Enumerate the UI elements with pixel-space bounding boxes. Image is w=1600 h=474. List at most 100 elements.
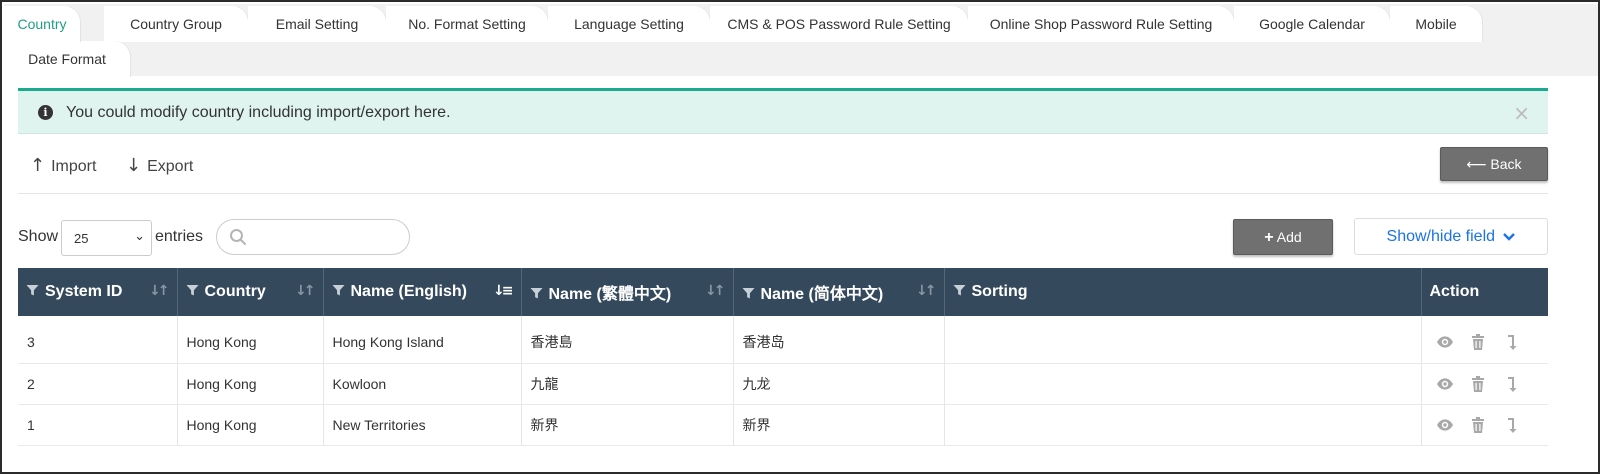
filter-icon[interactable] <box>332 284 345 297</box>
entries-label: entries <box>155 228 204 245</box>
show-hide-label: Show/hide field <box>1386 228 1496 245</box>
arrow-up-icon: ↑ <box>30 155 46 176</box>
import-label: Import <box>51 158 97 175</box>
filter-icon[interactable] <box>953 284 966 297</box>
cell-system-id: 3 <box>18 316 178 364</box>
settings-tab-strip: Country Country Group Email Setting No. … <box>4 4 1598 77</box>
cell-name-english: New Territories <box>323 404 522 446</box>
cell-sorting <box>944 404 1422 446</box>
header-label: Name (English) <box>350 283 467 300</box>
entries-per-page-select[interactable]: 25 ⌄ <box>61 220 152 256</box>
tab-cms-pos-password-rule[interactable]: CMS & POS Password Rule Setting <box>710 6 968 42</box>
cell-country: Hong Kong <box>177 404 324 446</box>
filter-icon[interactable] <box>742 287 755 300</box>
cell-name-simplified-chinese: 新界 <box>733 404 945 446</box>
filter-icon[interactable] <box>186 284 199 297</box>
view-icon[interactable] <box>1436 375 1454 393</box>
show-label: Show <box>18 228 59 245</box>
info-icon: i <box>38 105 53 120</box>
tab-google-calendar[interactable]: Google Calendar <box>1234 6 1390 42</box>
divider <box>18 193 1548 194</box>
sort-icon[interactable]: ↓↑ <box>295 283 316 299</box>
entries-value: 25 <box>74 231 89 246</box>
arrow-left-icon: ⟵ <box>1466 157 1487 173</box>
back-button[interactable]: ⟵ Back <box>1440 147 1548 181</box>
move-down-icon[interactable] <box>1503 375 1521 393</box>
alert-message: You could modify country including impor… <box>66 104 451 121</box>
search-input[interactable] <box>255 226 403 248</box>
search-icon <box>230 229 246 245</box>
header-label: Country <box>204 283 266 300</box>
header-label: System ID <box>45 283 123 300</box>
cell-name-english: Kowloon <box>323 363 522 405</box>
move-down-icon[interactable] <box>1503 333 1521 351</box>
sort-ascending-icon[interactable]: ↓≡ <box>493 283 514 299</box>
trash-icon[interactable] <box>1469 333 1487 351</box>
table-row: 2 Hong Kong Kowloon 九龍 九龙 <box>18 363 1548 405</box>
back-label: Back <box>1490 156 1522 172</box>
tab-language-setting[interactable]: Language Setting <box>548 6 710 42</box>
export-label: Export <box>147 158 194 175</box>
app-frame: Country Country Group Email Setting No. … <box>0 0 1600 474</box>
header-label: Action <box>1429 283 1480 300</box>
sort-icon[interactable]: ↓↑ <box>705 283 726 299</box>
country-table: System ID ↓↑ Country ↓↑ Name (English) ↓… <box>18 268 1548 446</box>
search-box[interactable] <box>216 219 410 255</box>
filter-icon[interactable] <box>26 284 39 297</box>
table-row: 3 Hong Kong Hong Kong Island 香港島 香港岛 <box>18 316 1548 364</box>
tab-online-shop-password-rule[interactable]: Online Shop Password Rule Setting <box>968 6 1234 42</box>
header-label: Name (简体中文) <box>760 286 884 303</box>
header-label: Name (繁體中文) <box>548 286 672 303</box>
trash-icon[interactable] <box>1469 416 1487 434</box>
cell-name-simplified-chinese: 香港岛 <box>733 316 945 364</box>
filter-icon[interactable] <box>530 287 543 300</box>
tab-country-group[interactable]: Country Group <box>104 6 248 42</box>
cell-name-english: Hong Kong Island <box>323 316 522 364</box>
trash-icon[interactable] <box>1469 375 1487 393</box>
import-button[interactable]: ↑ Import <box>30 155 96 176</box>
tab-email-setting[interactable]: Email Setting <box>248 6 386 42</box>
cell-action <box>1421 316 1548 364</box>
cell-action <box>1421 404 1548 446</box>
table-row: 1 Hong Kong New Territories 新界 新界 <box>18 404 1548 446</box>
column-header-name-simplified-chinese[interactable]: Name (简体中文) ↓↑ <box>733 268 945 316</box>
table-header-row: System ID ↓↑ Country ↓↑ Name (English) ↓… <box>18 268 1548 316</box>
add-label: Add <box>1276 229 1302 245</box>
cell-name-simplified-chinese: 九龙 <box>733 363 945 405</box>
plus-icon: + <box>1264 229 1274 246</box>
info-alert: i You could modify country including imp… <box>18 88 1548 134</box>
header-label: Sorting <box>971 283 1028 300</box>
chevron-down-icon <box>1503 232 1516 241</box>
chevron-down-icon: ⌄ <box>134 229 145 244</box>
cell-name-traditional-chinese: 九龍 <box>521 363 734 405</box>
tab-mobile[interactable]: Mobile <box>1390 6 1482 42</box>
column-header-sorting[interactable]: Sorting <box>944 268 1422 316</box>
view-icon[interactable] <box>1436 333 1454 351</box>
show-hide-field-button[interactable]: Show/hide field <box>1354 218 1548 255</box>
cell-name-traditional-chinese: 新界 <box>521 404 734 446</box>
cell-country: Hong Kong <box>177 316 324 364</box>
tab-country[interactable]: Country <box>4 6 80 42</box>
close-icon[interactable]: × <box>1513 103 1530 123</box>
add-button[interactable]: + Add <box>1233 219 1333 255</box>
tab-date-format[interactable]: Date Format <box>4 41 130 77</box>
column-header-name-traditional-chinese[interactable]: Name (繁體中文) ↓↑ <box>521 268 734 316</box>
cell-name-traditional-chinese: 香港島 <box>521 316 734 364</box>
move-down-icon[interactable] <box>1503 416 1521 434</box>
column-header-country[interactable]: Country ↓↑ <box>177 268 324 316</box>
column-header-action: Action <box>1421 268 1548 316</box>
view-icon[interactable] <box>1436 416 1454 434</box>
cell-system-id: 1 <box>18 404 178 446</box>
arrow-down-icon: ↓ <box>126 155 142 176</box>
cell-sorting <box>944 316 1422 364</box>
sort-icon[interactable]: ↓↑ <box>149 283 170 299</box>
cell-system-id: 2 <box>18 363 178 405</box>
tab-no-format-setting[interactable]: No. Format Setting <box>386 6 548 42</box>
export-button[interactable]: ↓ Export <box>126 155 193 176</box>
sort-icon[interactable]: ↓↑ <box>916 283 937 299</box>
cell-action <box>1421 363 1548 405</box>
column-header-name-english[interactable]: Name (English) ↓≡ <box>323 268 522 316</box>
column-header-system-id[interactable]: System ID ↓↑ <box>18 268 178 316</box>
cell-country: Hong Kong <box>177 363 324 405</box>
cell-sorting <box>944 363 1422 405</box>
